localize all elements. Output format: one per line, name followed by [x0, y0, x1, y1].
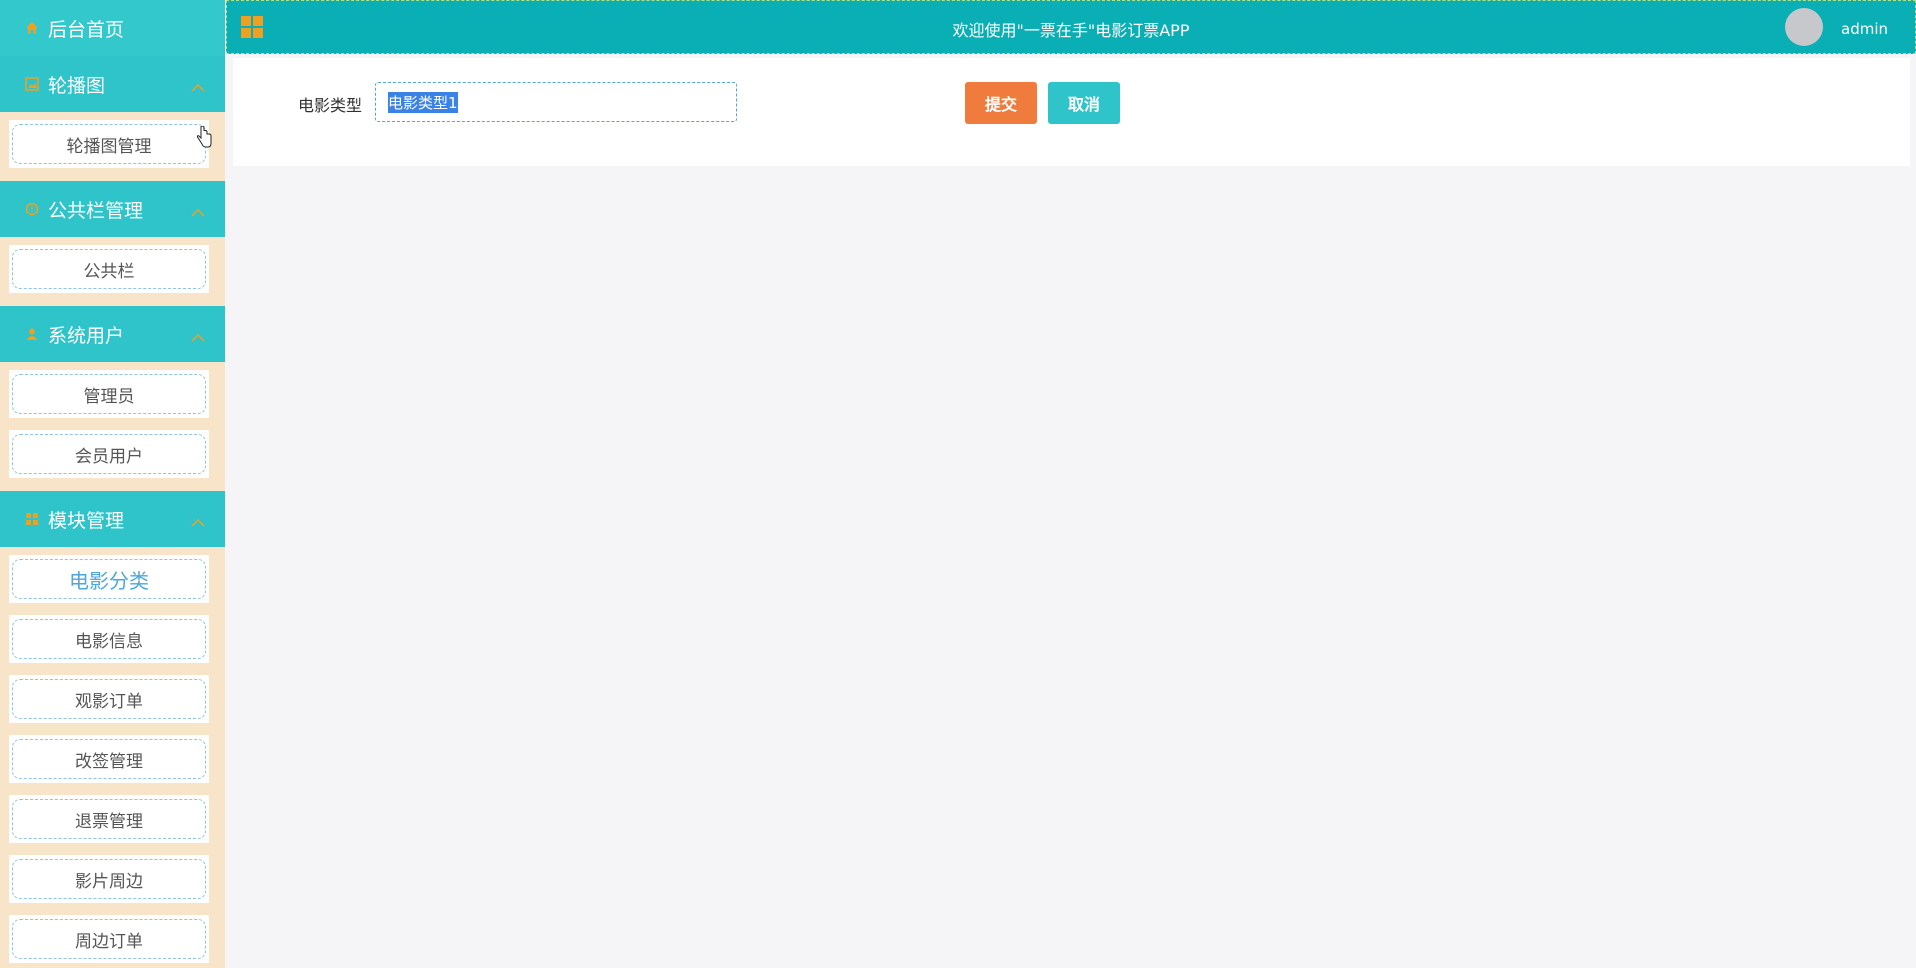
avatar[interactable]	[1785, 8, 1823, 46]
sidebar-item-movie-info[interactable]: 电影信息	[9, 615, 209, 663]
sidebar-group-modules[interactable]: 模块管理	[0, 491, 225, 547]
home-icon	[24, 20, 40, 36]
sidebar-group-body: 公共栏	[0, 237, 225, 306]
chevron-up-icon[interactable]	[191, 201, 205, 223]
sidebar-group-system-users[interactable]: 系统用户	[0, 306, 225, 362]
sidebar-item-orders[interactable]: 观影订单	[9, 675, 209, 723]
movie-type-label: 电影类型	[298, 96, 363, 115]
sidebar-item-label: 会员用户	[12, 434, 206, 474]
sidebar-item-label: 退票管理	[12, 799, 206, 839]
sidebar-group-label: 模块管理	[48, 509, 125, 532]
sidebar-item-merch[interactable]: 影片周边	[9, 855, 209, 903]
sidebar-item-rebook[interactable]: 改签管理	[9, 735, 209, 783]
sidebar-item-members[interactable]: 会员用户	[9, 430, 209, 478]
sidebar-item-carousel-manage[interactable]: 轮播图管理	[9, 120, 209, 168]
image-icon	[24, 76, 40, 92]
movie-type-value: 电影类型1	[388, 91, 458, 113]
movie-type-input[interactable]: 电影类型1	[375, 82, 737, 122]
sidebar-item-movie-category[interactable]: 电影分类	[9, 555, 209, 603]
top-bar: 欢迎使用"一票在手"电影订票APP admin	[226, 0, 1916, 54]
sidebar-item-merch-orders[interactable]: 周边订单	[9, 915, 209, 963]
sidebar-item-label: 公共栏	[12, 249, 206, 289]
sidebar-group-body: 管理员 会员用户	[0, 362, 225, 491]
sidebar-group-label: 公共栏管理	[48, 199, 144, 222]
sidebar-item-label: 影片周边	[12, 859, 206, 899]
page-title: 欢迎使用"一票在手"电影订票APP	[952, 21, 1190, 40]
form-panel: 电影类型 电影类型1 提交 取消	[233, 58, 1910, 166]
sidebar-item-label: 观影订单	[12, 679, 206, 719]
sidebar-group-carousel[interactable]: 轮播图	[0, 56, 225, 112]
sidebar-item-label: 改签管理	[12, 739, 206, 779]
sidebar-group-label: 轮播图	[48, 74, 106, 97]
sidebar: 后台首页 轮播图 轮播图管理 公共栏管理 公共栏 系统用户 管理员 会员用户 模…	[0, 0, 225, 968]
sidebar-group-bulletin[interactable]: 公共栏管理	[0, 181, 225, 237]
sidebar-group-label: 系统用户	[48, 324, 125, 347]
module-icon	[24, 511, 40, 527]
user-icon	[24, 326, 40, 342]
sidebar-home[interactable]: 后台首页	[0, 0, 225, 56]
sidebar-item-label: 管理员	[12, 374, 206, 414]
info-icon	[24, 201, 40, 217]
sidebar-group-body: 轮播图管理	[0, 112, 225, 181]
chevron-up-icon[interactable]	[191, 511, 205, 533]
chevron-up-icon[interactable]	[191, 326, 205, 348]
sidebar-item-label: 电影分类	[12, 559, 206, 599]
chevron-up-icon[interactable]	[191, 76, 205, 98]
cancel-button[interactable]: 取消	[1048, 82, 1120, 124]
sidebar-item-bulletin[interactable]: 公共栏	[9, 245, 209, 293]
sidebar-home-label: 后台首页	[48, 18, 125, 41]
username[interactable]: admin	[1841, 20, 1888, 38]
sidebar-item-label: 周边订单	[12, 919, 206, 959]
sidebar-group-body: 电影分类 电影信息 观影订单 改签管理 退票管理 影片周边 周边订单	[0, 547, 225, 968]
sidebar-item-label: 轮播图管理	[12, 124, 206, 164]
sidebar-item-label: 电影信息	[12, 619, 206, 659]
pointer-cursor-icon	[196, 125, 212, 152]
submit-button[interactable]: 提交	[965, 82, 1037, 124]
sidebar-item-refund[interactable]: 退票管理	[9, 795, 209, 843]
sidebar-item-admin[interactable]: 管理员	[9, 370, 209, 418]
